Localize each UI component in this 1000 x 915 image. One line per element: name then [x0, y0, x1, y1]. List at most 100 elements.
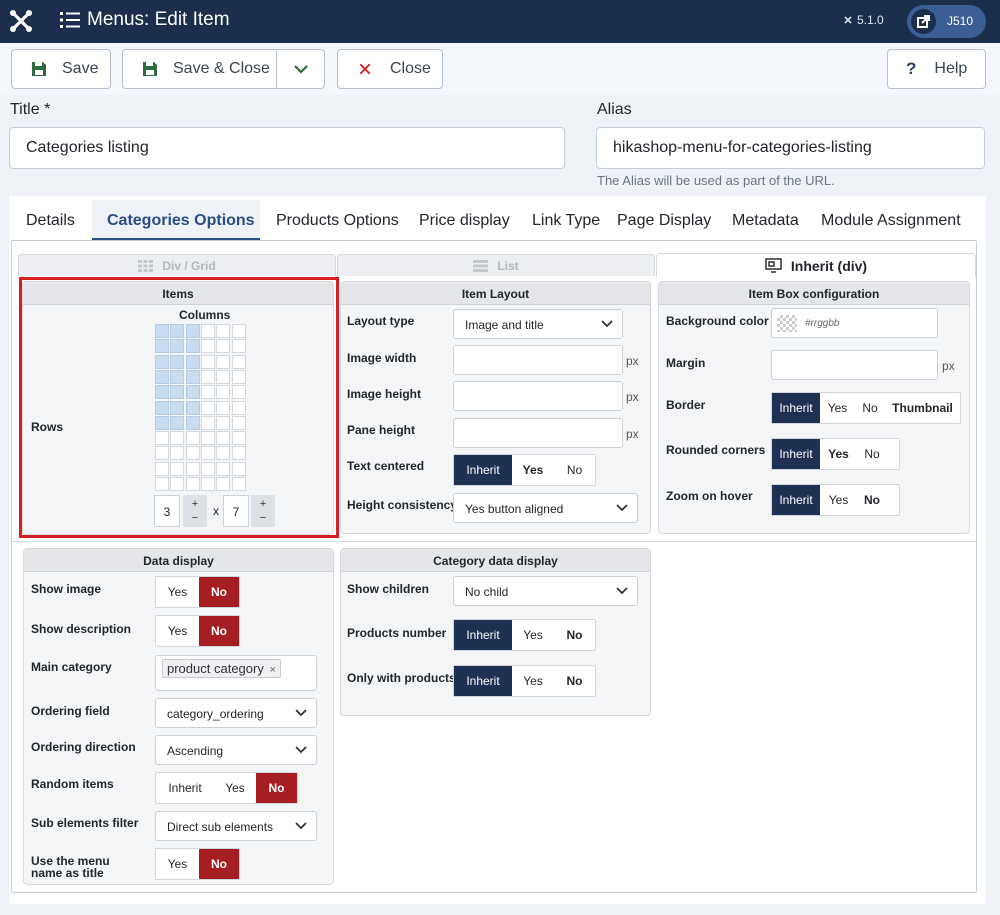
alias-input[interactable]: hikashop-menu-for-categories-listing	[596, 127, 985, 169]
save-label: Save	[62, 60, 99, 77]
ordering-field-value: category_ordering	[167, 707, 264, 721]
text-centered-no[interactable]: No	[554, 455, 595, 485]
show-description-yes[interactable]: Yes	[156, 616, 199, 646]
toolbar: Save Save & Close Close ? Help	[0, 43, 1000, 95]
tab-categories-options[interactable]: Categories Options	[92, 200, 260, 240]
products-number-yes[interactable]: Yes	[512, 620, 554, 650]
ordering-direction-select[interactable]: Ascending	[155, 735, 317, 765]
border-inherit[interactable]: Inherit	[772, 393, 820, 423]
color-swatch-icon[interactable]	[777, 315, 797, 332]
text-centered-inherit[interactable]: Inherit	[454, 455, 512, 485]
menu-name-title-line-2: name as title	[31, 866, 104, 880]
ordering-field-select[interactable]: category_ordering	[155, 698, 317, 728]
remove-tag-icon[interactable]: ×	[269, 664, 275, 676]
bg-color-placeholder: #rrggbb	[805, 318, 840, 329]
show-image-label: Show image	[31, 582, 102, 596]
data-display-title: Data display	[24, 549, 333, 572]
grid-icon	[138, 259, 154, 272]
top-header-bar: Menus: Edit Item 5.1.0 J510	[0, 0, 1000, 43]
only-with-products-no[interactable]: No	[554, 666, 595, 696]
menu-name-yes[interactable]: Yes	[156, 849, 199, 879]
zoom-inherit[interactable]: Inherit	[772, 485, 820, 515]
products-number-no[interactable]: No	[554, 620, 595, 650]
monitor-icon	[765, 258, 782, 273]
layout-type-value: Image and title	[465, 318, 544, 332]
joomla-logo-icon[interactable]	[8, 8, 34, 34]
image-width-label: Image width	[347, 351, 417, 365]
menu-name-no[interactable]: No	[199, 849, 239, 879]
help-button[interactable]: ? Help	[887, 49, 986, 89]
only-with-products-label: Only with products	[347, 671, 456, 685]
sub-elements-filter-value: Direct sub elements	[167, 820, 274, 834]
height-consistency-label: Height consistency	[347, 498, 458, 512]
layout-tab-div-grid[interactable]: Div / Grid	[18, 254, 336, 276]
show-children-select[interactable]: No child	[453, 576, 638, 606]
title-input[interactable]: Categories listing	[9, 127, 565, 169]
item-layout-title: Item Layout	[341, 282, 650, 305]
tab-price-display[interactable]: Price display	[419, 200, 510, 240]
show-image-toggle: Yes No	[155, 576, 240, 608]
text-centered-yes[interactable]: Yes	[512, 455, 554, 485]
category-tag: product category ×	[162, 659, 281, 678]
border-label: Border	[666, 398, 706, 412]
image-width-input[interactable]	[453, 345, 623, 375]
tab-link-type[interactable]: Link Type	[532, 200, 600, 240]
tab-products-options[interactable]: Products Options	[276, 200, 399, 240]
random-inherit[interactable]: Inherit	[156, 773, 214, 803]
layout-type-select[interactable]: Image and title	[453, 309, 623, 339]
random-items-toggle: Inherit Yes No	[155, 772, 298, 804]
border-no[interactable]: No	[855, 393, 885, 423]
bg-color-input[interactable]: #rrggbb	[771, 308, 938, 338]
rounded-yes[interactable]: Yes	[820, 439, 857, 469]
random-no[interactable]: No	[256, 773, 297, 803]
px-unit: px	[626, 354, 639, 368]
close-label: Close	[390, 60, 431, 77]
zoom-no[interactable]: No	[857, 485, 887, 515]
chevron-down-icon	[616, 504, 628, 512]
height-consistency-select[interactable]: Yes button aligned	[453, 493, 638, 523]
main-category-label: Main category	[31, 660, 112, 674]
border-yes[interactable]: Yes	[820, 393, 855, 423]
ordering-direction-label: Ordering direction	[31, 740, 136, 754]
only-with-products-inherit[interactable]: Inherit	[454, 666, 512, 696]
save-icon	[143, 62, 157, 76]
chevron-down-icon	[295, 709, 307, 717]
help-label: Help	[934, 60, 968, 77]
layout-tab-inherit[interactable]: Inherit (div)	[656, 253, 976, 277]
image-height-input[interactable]	[453, 381, 623, 411]
tab-metadata[interactable]: Metadata	[732, 200, 799, 240]
close-button[interactable]: Close	[337, 49, 443, 89]
tab-page-display[interactable]: Page Display	[617, 200, 711, 240]
alias-label: Alias	[597, 101, 632, 118]
pane-height-input[interactable]	[453, 418, 623, 448]
site-link-pill[interactable]: J510	[907, 5, 986, 38]
save-dropdown-button[interactable]	[276, 49, 325, 89]
text-centered-toggle: Inherit Yes No	[453, 454, 596, 486]
show-image-no[interactable]: No	[199, 577, 239, 607]
menu-name-title-toggle: Yes No	[155, 848, 240, 880]
margin-input[interactable]	[771, 350, 938, 380]
only-with-products-yes[interactable]: Yes	[512, 666, 554, 696]
zoom-yes[interactable]: Yes	[820, 485, 857, 515]
sub-elements-filter-select[interactable]: Direct sub elements	[155, 811, 317, 841]
show-description-no[interactable]: No	[199, 616, 239, 646]
rounded-no[interactable]: No	[857, 439, 887, 469]
rounded-inherit[interactable]: Inherit	[772, 439, 820, 469]
only-with-products-toggle: Inherit Yes No	[453, 665, 596, 697]
tab-module-assignment[interactable]: Module Assignment	[821, 200, 961, 240]
save-close-button[interactable]: Save & Close	[122, 49, 277, 89]
main-category-input[interactable]: product category ×	[155, 655, 317, 691]
show-image-yes[interactable]: Yes	[156, 577, 199, 607]
save-button[interactable]: Save	[11, 49, 111, 89]
products-number-inherit[interactable]: Inherit	[454, 620, 512, 650]
alias-hint: The Alias will be used as part of the UR…	[597, 173, 835, 188]
border-toggle: Inherit Yes No Thumbnail	[771, 392, 961, 424]
chevron-down-icon	[295, 746, 307, 754]
chevron-down-icon	[616, 587, 628, 595]
layout-tab-list[interactable]: List	[337, 254, 655, 276]
tab-details[interactable]: Details	[26, 200, 75, 240]
random-yes[interactable]: Yes	[214, 773, 256, 803]
save-close-label: Save & Close	[173, 60, 270, 77]
show-description-label: Show description	[31, 622, 132, 636]
border-thumbnail[interactable]: Thumbnail	[885, 393, 960, 423]
